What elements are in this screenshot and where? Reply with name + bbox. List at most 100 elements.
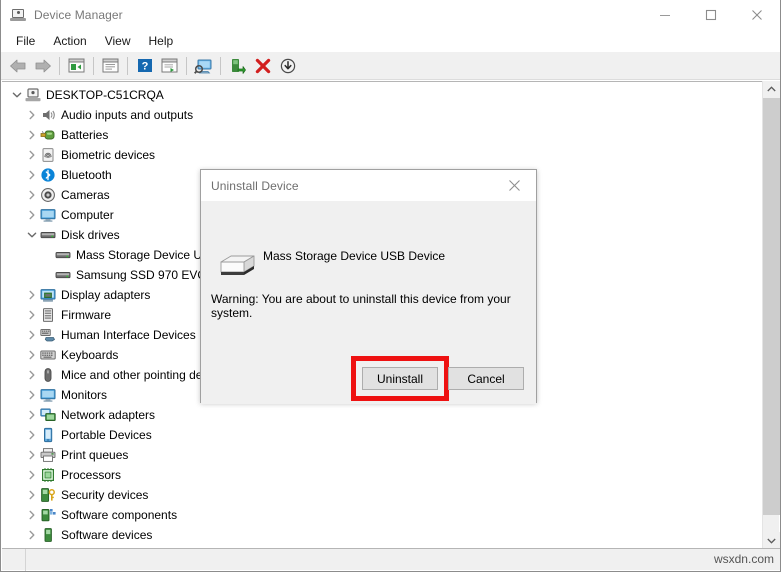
fingerprint-icon xyxy=(40,147,56,163)
uninstall-button[interactable]: Uninstall xyxy=(362,367,438,390)
chevron-right-icon[interactable] xyxy=(24,147,40,163)
software-component-icon xyxy=(40,507,56,523)
close-icon[interactable] xyxy=(492,170,536,201)
tree-item-label: Biometric devices xyxy=(61,148,156,162)
network-adapter-icon xyxy=(40,407,56,423)
dialog-body: Mass Storage Device USB Device Warning: … xyxy=(201,201,536,404)
display-adapter-icon xyxy=(40,287,56,303)
help-icon[interactable]: ? xyxy=(132,54,157,78)
toolbar: ? xyxy=(1,52,780,80)
vertical-scrollbar[interactable] xyxy=(762,81,780,549)
chevron-right-icon[interactable] xyxy=(24,387,40,403)
toolbar-separator xyxy=(59,56,60,75)
cancel-button[interactable]: Cancel xyxy=(448,367,524,390)
chevron-right-icon[interactable] xyxy=(24,347,40,363)
tree-item-label: Human Interface Devices xyxy=(61,328,196,342)
tree-item[interactable]: Biometric devices xyxy=(2,145,758,165)
tree-item[interactable]: Software devices xyxy=(2,525,758,545)
disk-drive-icon xyxy=(55,267,71,283)
dialog-title: Uninstall Device xyxy=(211,178,299,193)
chevron-right-icon[interactable] xyxy=(24,187,40,203)
tree-item-label: Network adapters xyxy=(61,408,156,422)
statusbar: wsxdn.com xyxy=(2,548,780,571)
tree-item[interactable]: Software components xyxy=(2,505,758,525)
tree-item-label: Monitors xyxy=(61,388,108,402)
toolbar-separator xyxy=(93,56,94,75)
printer-icon xyxy=(40,447,56,463)
disk-drive-icon xyxy=(40,227,56,243)
tree-item[interactable]: Processors xyxy=(2,465,758,485)
show-hide-console-tree-icon[interactable] xyxy=(64,54,89,78)
forward-icon[interactable] xyxy=(30,54,55,78)
window-controls xyxy=(642,0,780,30)
uninstall-device-dialog: Uninstall Device Mass Storage Device USB… xyxy=(200,169,537,404)
menu-file[interactable]: File xyxy=(7,31,44,51)
chevron-right-icon[interactable] xyxy=(24,127,40,143)
tree-item-label: Display adapters xyxy=(61,288,151,302)
tree-item-label: Portable Devices xyxy=(61,428,152,442)
uninstall-device-icon[interactable] xyxy=(250,54,275,78)
chevron-right-icon[interactable] xyxy=(24,107,40,123)
chevron-right-icon[interactable] xyxy=(24,207,40,223)
dialog-titlebar: Uninstall Device xyxy=(201,170,536,201)
statusbar-left-segment xyxy=(2,548,26,571)
battery-icon xyxy=(40,127,56,143)
chevron-right-icon[interactable] xyxy=(24,467,40,483)
chevron-right-icon[interactable] xyxy=(24,287,40,303)
menu-view[interactable]: View xyxy=(96,31,140,51)
tree-item[interactable]: Portable Devices xyxy=(2,425,758,445)
processor-icon xyxy=(40,467,56,483)
chevron-right-icon[interactable] xyxy=(24,527,40,543)
cancel-button-slot: Cancel xyxy=(448,367,524,390)
back-icon[interactable] xyxy=(5,54,30,78)
chevron-right-icon[interactable] xyxy=(24,407,40,423)
scroll-down-icon[interactable] xyxy=(763,532,780,549)
tree-item[interactable]: Network adapters xyxy=(2,405,758,425)
chevron-right-icon[interactable] xyxy=(24,327,40,343)
window-title: Device Manager xyxy=(34,7,123,22)
tree-item-label: Batteries xyxy=(61,128,109,142)
mouse-icon xyxy=(40,367,56,383)
hid-icon xyxy=(40,327,56,343)
dialog-warning-text: Warning: You are about to uninstall this… xyxy=(211,292,511,320)
chevron-down-icon[interactable] xyxy=(24,227,40,243)
chevron-right-icon[interactable] xyxy=(24,307,40,323)
keyboard-icon xyxy=(40,347,56,363)
tree-item-label: Print queues xyxy=(61,448,129,462)
chevron-right-icon[interactable] xyxy=(24,447,40,463)
tree-item[interactable]: Batteries xyxy=(2,125,758,145)
tree-item[interactable]: DESKTOP-C51CRQA xyxy=(2,85,758,105)
menu-action[interactable]: Action xyxy=(44,31,95,51)
dialog-button-row: Uninstall Cancel xyxy=(201,356,536,401)
security-device-icon xyxy=(40,487,56,503)
software-device-icon xyxy=(40,527,56,543)
tree-item-label: Software devices xyxy=(61,528,153,542)
menu-help[interactable]: Help xyxy=(140,31,183,51)
chevron-right-icon[interactable] xyxy=(24,367,40,383)
chevron-right-icon[interactable] xyxy=(24,427,40,443)
tree-item[interactable]: Print queues xyxy=(2,445,758,465)
maximize-icon[interactable] xyxy=(688,0,734,30)
uninstall-button-slot: Uninstall xyxy=(351,356,449,401)
tree-item[interactable]: Audio inputs and outputs xyxy=(2,105,758,125)
close-icon[interactable] xyxy=(734,0,780,30)
disable-device-icon[interactable] xyxy=(275,54,300,78)
scrollbar-thumb[interactable] xyxy=(763,98,780,515)
properties-icon[interactable] xyxy=(98,54,123,78)
tree-item-label: Security devices xyxy=(61,488,149,502)
statusbar-main-segment xyxy=(26,549,780,571)
portable-device-icon xyxy=(40,427,56,443)
chevron-right-icon[interactable] xyxy=(24,487,40,503)
tree-item-label: Audio inputs and outputs xyxy=(61,108,194,122)
chevron-right-icon[interactable] xyxy=(24,167,40,183)
tree-item-label: Keyboards xyxy=(61,348,119,362)
tree-item[interactable]: Security devices xyxy=(2,485,758,505)
minimize-icon[interactable] xyxy=(642,0,688,30)
chevron-right-icon[interactable] xyxy=(24,507,40,523)
update-driver-icon[interactable] xyxy=(157,54,182,78)
enable-device-icon[interactable] xyxy=(225,54,250,78)
window-titlebar: Device Manager xyxy=(1,0,780,30)
chevron-down-icon[interactable] xyxy=(9,87,25,103)
scan-for-hardware-changes-icon[interactable] xyxy=(191,54,216,78)
scroll-up-icon[interactable] xyxy=(763,81,780,98)
